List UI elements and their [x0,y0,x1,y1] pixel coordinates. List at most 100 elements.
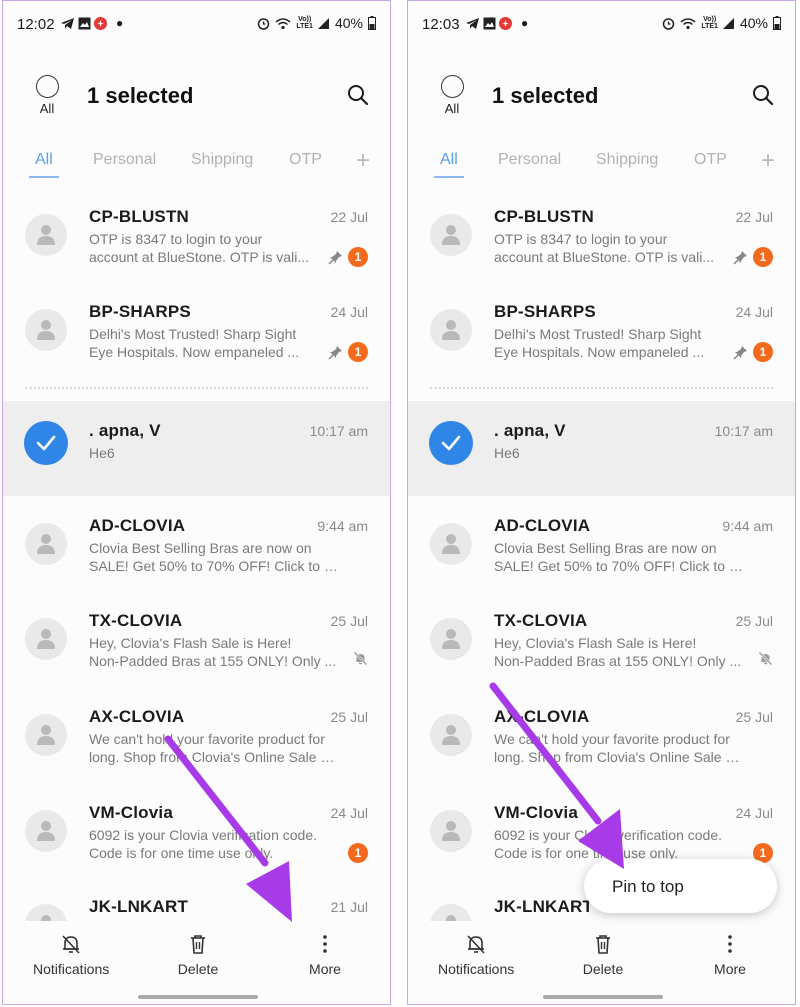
selection-header: All 1 selected [408,61,795,131]
conversation-preview: Delhi's Most Trusted! Sharp Sight Eye Hos… [89,325,341,361]
tab-otp[interactable]: OTP [694,151,727,169]
preview-line: account at BlueStone. OTP is vali... [89,249,309,265]
delete-button[interactable]: Delete [173,933,223,977]
conversation-preview: Hey, Clovia's Flash Sale is Here! Non-Pad… [89,634,341,670]
conversation-row[interactable]: . apna, V 10:17 am He6 [408,401,795,496]
preview-line: 6092 is your Clovia verification code. [89,827,318,843]
select-all-checkbox[interactable]: All [435,75,469,116]
check-icon [441,435,461,451]
conversation-row[interactable]: AX-CLOVIA 25 Jul We can't hold your favori… [408,687,795,782]
notifications-button-label: Notifications [33,961,110,977]
avatar[interactable] [25,810,67,852]
conversation-time: 22 Jul [735,209,773,225]
conversation-row[interactable]: TX-CLOVIA 25 Jul Hey, Clovia's Flash Sale … [408,591,795,686]
preview-line: OTP is 8347 to login to your [89,231,263,247]
more-vertical-icon [728,935,732,953]
conversation-preview: 6092 is your Clovia verification code. Co… [89,826,341,862]
conversation-row[interactable]: CP-BLUSTN 22 Jul OTP is 8347 to login to y… [3,187,390,282]
preview-line: SALE! Get 50% to 70% OFF! Click to Sho..… [89,558,341,574]
conversation-row[interactable]: CP-BLUSTN 22 Jul OTP is 8347 to login to y… [408,187,795,282]
tab-all[interactable]: All [434,151,464,178]
more-button[interactable]: More [303,933,347,977]
avatar[interactable] [430,214,472,256]
selected-checkbox[interactable] [429,421,473,465]
select-all-circle-icon [440,75,464,98]
conversation-meta: 1 [348,843,368,863]
avatar[interactable] [430,810,472,852]
person-icon [37,225,55,245]
screenshot-panel-after: 12:03 ● Vo)) LTE1 40% All 1 selected All … [407,0,796,1005]
select-all-circle-icon [35,75,59,98]
avatar[interactable] [430,523,472,565]
notifications-button[interactable]: Notifications [438,933,514,977]
notifications-button[interactable]: Notifications [33,933,109,977]
wifi-calling-icon [680,17,696,29]
conversation-row[interactable]: TX-CLOVIA 25 Jul Hey, Clovia's Flash Sale … [3,591,390,686]
bottom-action-bar: Notifications Delete More [3,921,390,1004]
avatar[interactable] [430,309,472,351]
tab-personal[interactable]: Personal [93,151,156,169]
avatar[interactable] [25,618,67,660]
add-category-button[interactable]: + [356,147,370,175]
conversation-preview: We can't hold your favorite product for l… [494,730,746,766]
home-indicator [543,995,663,999]
avatar[interactable] [430,618,472,660]
conversation-row[interactable]: BP-SHARPS 24 Jul Delhi's Most Trusted! Sha… [408,282,795,377]
preview-line: Clovia Best Selling Bras are now on [89,540,312,556]
conversation-row[interactable]: AD-CLOVIA 9:44 am Clovia Best Selling Bras… [408,496,795,591]
add-category-button[interactable]: + [761,147,775,175]
unread-badge: 1 [348,247,368,267]
conversation-time: 24 Jul [735,805,773,821]
tab-shipping[interactable]: Shipping [191,151,253,169]
pin-to-top-menu: Pin to top [584,859,777,913]
conversation-row[interactable]: AD-CLOVIA 9:44 am Clovia Best Selling Bras… [3,496,390,591]
tab-personal[interactable]: Personal [498,151,561,169]
avatar[interactable] [25,523,67,565]
person-icon [37,320,55,340]
status-bar: 12:03 ● Vo)) LTE1 40% [408,1,795,47]
conversation-preview: We can't hold your favorite product for l… [89,730,341,766]
more-button-label: More [309,961,341,977]
conversation-preview: OTP is 8347 to login to your account at B… [89,230,341,266]
trash-icon [596,935,610,954]
trash-icon [191,935,205,954]
conversation-row[interactable]: . apna, V 10:17 am He6 [3,401,390,496]
search-icon[interactable] [751,83,775,107]
conversation-meta: 1 [733,247,773,267]
person-icon [442,225,460,245]
more-button-label: More [714,961,746,977]
conversation-meta [353,651,368,666]
preview-line: He6 [89,445,115,461]
volte-indicator: Vo)) LTE1 [296,16,313,30]
avatar[interactable] [25,309,67,351]
avatar[interactable] [25,714,67,756]
selected-checkbox[interactable] [24,421,68,465]
conversation-sender: AX-CLOVIA [89,707,185,726]
gallery-icon [483,17,496,29]
conversation-row[interactable]: AX-CLOVIA 25 Jul We can't hold your favori… [3,687,390,782]
conversation-time: 9:44 am [722,518,773,534]
select-all-checkbox[interactable]: All [30,75,64,116]
category-tabs: All Personal Shipping OTP + [3,145,390,179]
tab-otp[interactable]: OTP [289,151,322,169]
conversation-sender: JK-LNKART [89,897,189,916]
pin-to-top-option[interactable]: Pin to top [612,877,684,897]
more-button[interactable]: More [708,933,752,977]
search-icon[interactable] [346,83,370,107]
unread-badge: 1 [753,342,773,362]
conversation-row[interactable]: BP-SHARPS 24 Jul Delhi's Most Trusted! Sha… [3,282,390,377]
tab-all[interactable]: All [29,151,59,178]
preview-line: He6 [494,445,520,461]
person-icon [442,821,460,841]
avatar[interactable] [25,214,67,256]
avatar[interactable] [430,714,472,756]
conversation-time: 10:17 am [309,423,368,439]
conversation-time: 25 Jul [735,613,773,629]
alarm-icon [258,17,270,30]
delete-button[interactable]: Delete [578,933,628,977]
battery-percentage: 40% [334,15,363,31]
tab-shipping[interactable]: Shipping [596,151,658,169]
conversation-sender: BP-SHARPS [89,302,191,321]
gallery-icon [78,17,91,29]
conversation-row[interactable]: VM-Clovia 24 Jul 6092 is your Clovia verif… [3,783,390,878]
